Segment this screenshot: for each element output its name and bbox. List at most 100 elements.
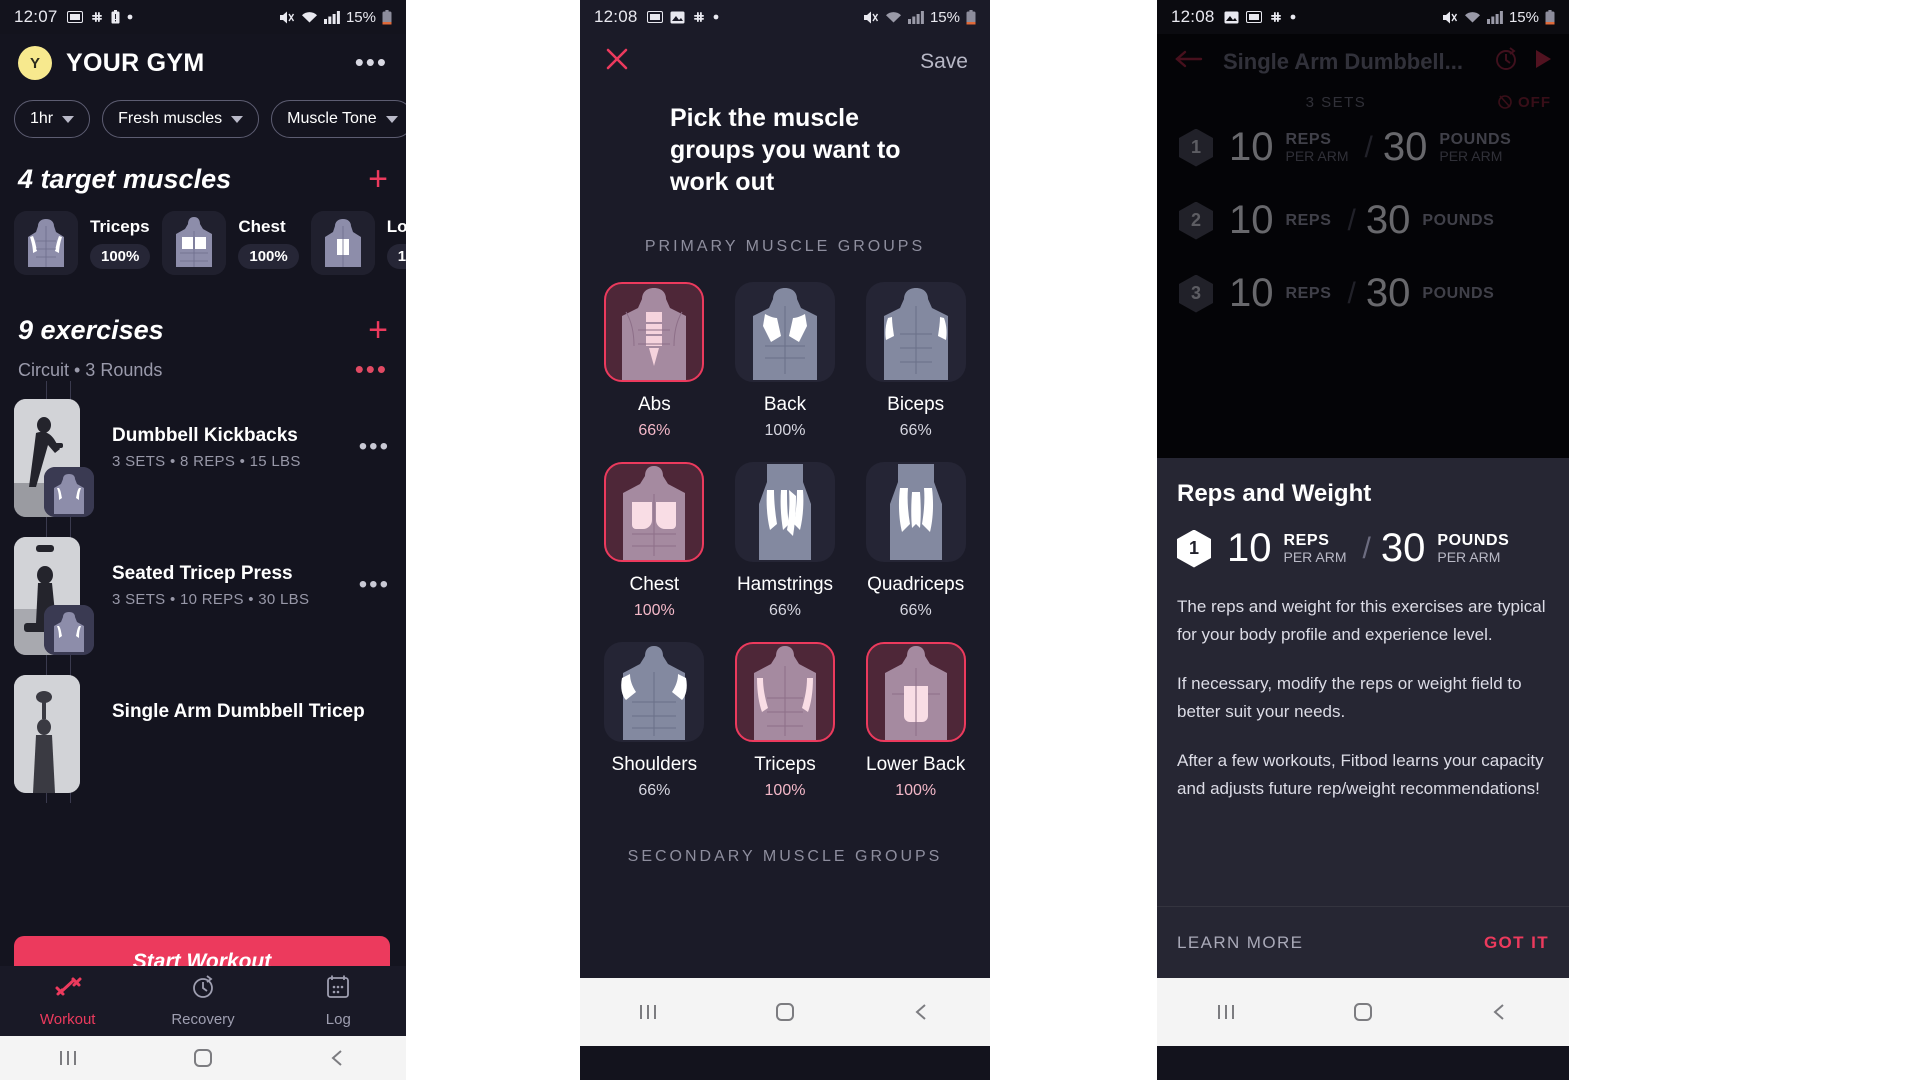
exercise-detail-title: Single Arm Dumbbell... <box>1223 48 1463 74</box>
list-item[interactable]: Seated Tricep Press 3 SETS • 10 REPS • 3… <box>0 527 406 665</box>
muscle-cell-abs[interactable]: Abs 66% <box>598 282 711 440</box>
circuit-more-button[interactable]: ••• <box>355 350 406 382</box>
set-row[interactable]: 3 10 REPS / 30 POUNDS <box>1157 257 1569 330</box>
sheet-set-row: 1 10 REPS PER ARM / 30 POUNDS PER ARM <box>1177 526 1549 571</box>
add-exercise-button[interactable]: + <box>368 313 388 347</box>
status-left-icons <box>66 10 133 24</box>
muscle-back-icon <box>734 282 835 382</box>
chip-goal-label: Muscle Tone <box>287 110 377 127</box>
list-item[interactable]: Single Arm Dumbbell Tricep <box>0 665 406 803</box>
chip-muscle-state-label: Fresh muscles <box>118 110 223 127</box>
got-it-button[interactable]: GOT IT <box>1484 933 1549 953</box>
muscle-percent: 100% <box>895 782 937 799</box>
muscle-label: Hamstrings <box>736 574 834 595</box>
exercise-more-button[interactable]: ••• <box>359 399 390 461</box>
recents-icon[interactable] <box>580 1001 717 1023</box>
muscle-thumb[interactable] <box>310 211 375 275</box>
back-icon[interactable] <box>1432 1000 1569 1024</box>
signal-icon <box>907 10 924 24</box>
muscle-thumb[interactable] <box>14 211 78 275</box>
muscle-hamstrings-icon <box>734 462 835 562</box>
separator-slash: / <box>1347 276 1356 310</box>
muscle-name: Triceps <box>90 217 150 236</box>
close-icon[interactable] <box>602 44 632 80</box>
bottom-tab-bar: Workout Recovery Log <box>0 966 406 1036</box>
tab-recovery-label: Recovery <box>171 1011 235 1028</box>
save-button[interactable]: Save <box>920 50 968 74</box>
status-battery-percent: 15% <box>1508 8 1539 26</box>
chip-muscle-state[interactable]: Fresh muscles <box>102 100 260 138</box>
add-target-muscle-button[interactable]: + <box>368 162 388 196</box>
tab-recovery[interactable]: Recovery <box>135 974 270 1028</box>
muscle-quadriceps-icon <box>865 462 966 562</box>
sheet-title: Reps and Weight <box>1177 480 1372 507</box>
tab-workout[interactable]: Workout <box>0 974 135 1028</box>
muscle-percent: 100% <box>764 422 806 439</box>
filter-chip-row: 1hr Fresh muscles Muscle Tone <box>0 86 406 138</box>
muscle-badge-icon <box>44 467 94 517</box>
back-icon[interactable] <box>271 1046 406 1070</box>
set-number-badge: 3 <box>1179 275 1213 313</box>
target-muscles-title: 4 target muscles <box>18 164 232 194</box>
chip-duration[interactable]: 1hr <box>14 100 91 138</box>
mute-icon <box>862 10 879 25</box>
set-row[interactable]: 2 10 REPS / 30 POUNDS <box>1157 184 1569 257</box>
muscle-cell-chest[interactable]: Chest 100% <box>598 462 711 620</box>
muscle-cell-shoulders[interactable]: Shoulders 66% <box>598 642 711 800</box>
tab-log[interactable]: Log <box>271 974 406 1028</box>
muscle-cell-back[interactable]: Back 100% <box>729 282 842 440</box>
image-icon <box>670 11 685 24</box>
home-icon[interactable] <box>1294 1000 1431 1024</box>
exercise-name: Seated Tricep Press <box>112 563 293 584</box>
dot-icon <box>127 14 133 20</box>
recents-icon[interactable] <box>1157 1001 1294 1023</box>
muscle-name: Chest <box>238 217 286 236</box>
battery-alert-icon <box>111 10 120 24</box>
muscle-label: Lower Back <box>866 754 966 775</box>
muscle-percent: 100% <box>90 244 151 269</box>
exercise-more-button[interactable]: ••• <box>359 537 390 599</box>
play-icon[interactable] <box>1533 47 1553 77</box>
muscle-cell-triceps[interactable]: Triceps 100% <box>729 642 842 800</box>
header-more-button[interactable]: ••• <box>355 50 388 75</box>
history-icon[interactable] <box>1493 46 1519 77</box>
wifi-icon <box>1464 10 1481 24</box>
muscle-cell-lower-back[interactable]: Lower Back 100% <box>859 642 972 800</box>
exercise-photo <box>14 675 80 793</box>
sheet-reps-value: 10 <box>1227 526 1272 570</box>
status-left-icons <box>646 10 719 24</box>
home-icon[interactable] <box>135 1046 270 1070</box>
set-weight-unit: POUNDS <box>1422 211 1495 229</box>
dumbbell-icon <box>53 974 83 1005</box>
list-item[interactable]: Dumbbell Kickbacks 3 SETS • 8 REPS • 15 … <box>0 389 406 527</box>
muscle-chest-icon <box>604 462 705 562</box>
exercise-media <box>14 399 94 517</box>
wifi-icon <box>885 10 902 24</box>
avatar[interactable]: Y <box>18 46 52 80</box>
exercise-media <box>14 537 94 655</box>
clock-rotate-icon <box>189 974 217 1005</box>
exercise-text: Dumbbell Kickbacks 3 SETS • 8 REPS • 15 … <box>112 399 301 470</box>
learn-more-button[interactable]: LEARN MORE <box>1177 933 1303 953</box>
muscle-info: Triceps 100% <box>90 217 151 269</box>
rest-timer-label: OFF <box>1518 94 1551 111</box>
back-icon[interactable] <box>853 1000 990 1024</box>
muscle-badge-icon <box>44 605 94 655</box>
mute-icon <box>1441 10 1458 25</box>
set-row[interactable]: 1 10 REPS PER ARM / 30 POUNDS PER ARM <box>1157 111 1569 184</box>
muscle-cell-hamstrings[interactable]: Hamstrings 66% <box>729 462 842 620</box>
muscle-thumb[interactable] <box>162 211 227 275</box>
target-muscles-header: 4 target muscles + <box>0 138 406 196</box>
muscle-cell-biceps[interactable]: Biceps 66% <box>859 282 972 440</box>
exercise-list: Dumbbell Kickbacks 3 SETS • 8 REPS • 15 … <box>0 381 406 803</box>
status-battery-percent: 15% <box>345 8 376 26</box>
recents-icon[interactable] <box>0 1047 135 1069</box>
timer-off-icon <box>1497 94 1518 111</box>
rest-timer-toggle[interactable]: OFF <box>1497 93 1551 111</box>
chip-goal[interactable]: Muscle Tone <box>271 100 406 138</box>
arrow-left-icon[interactable] <box>1173 46 1207 77</box>
home-icon[interactable] <box>717 1000 854 1024</box>
chevron-down-icon <box>62 115 75 123</box>
set-reps-value: 10 <box>1229 125 1274 169</box>
muscle-cell-quadriceps[interactable]: Quadriceps 66% <box>859 462 972 620</box>
